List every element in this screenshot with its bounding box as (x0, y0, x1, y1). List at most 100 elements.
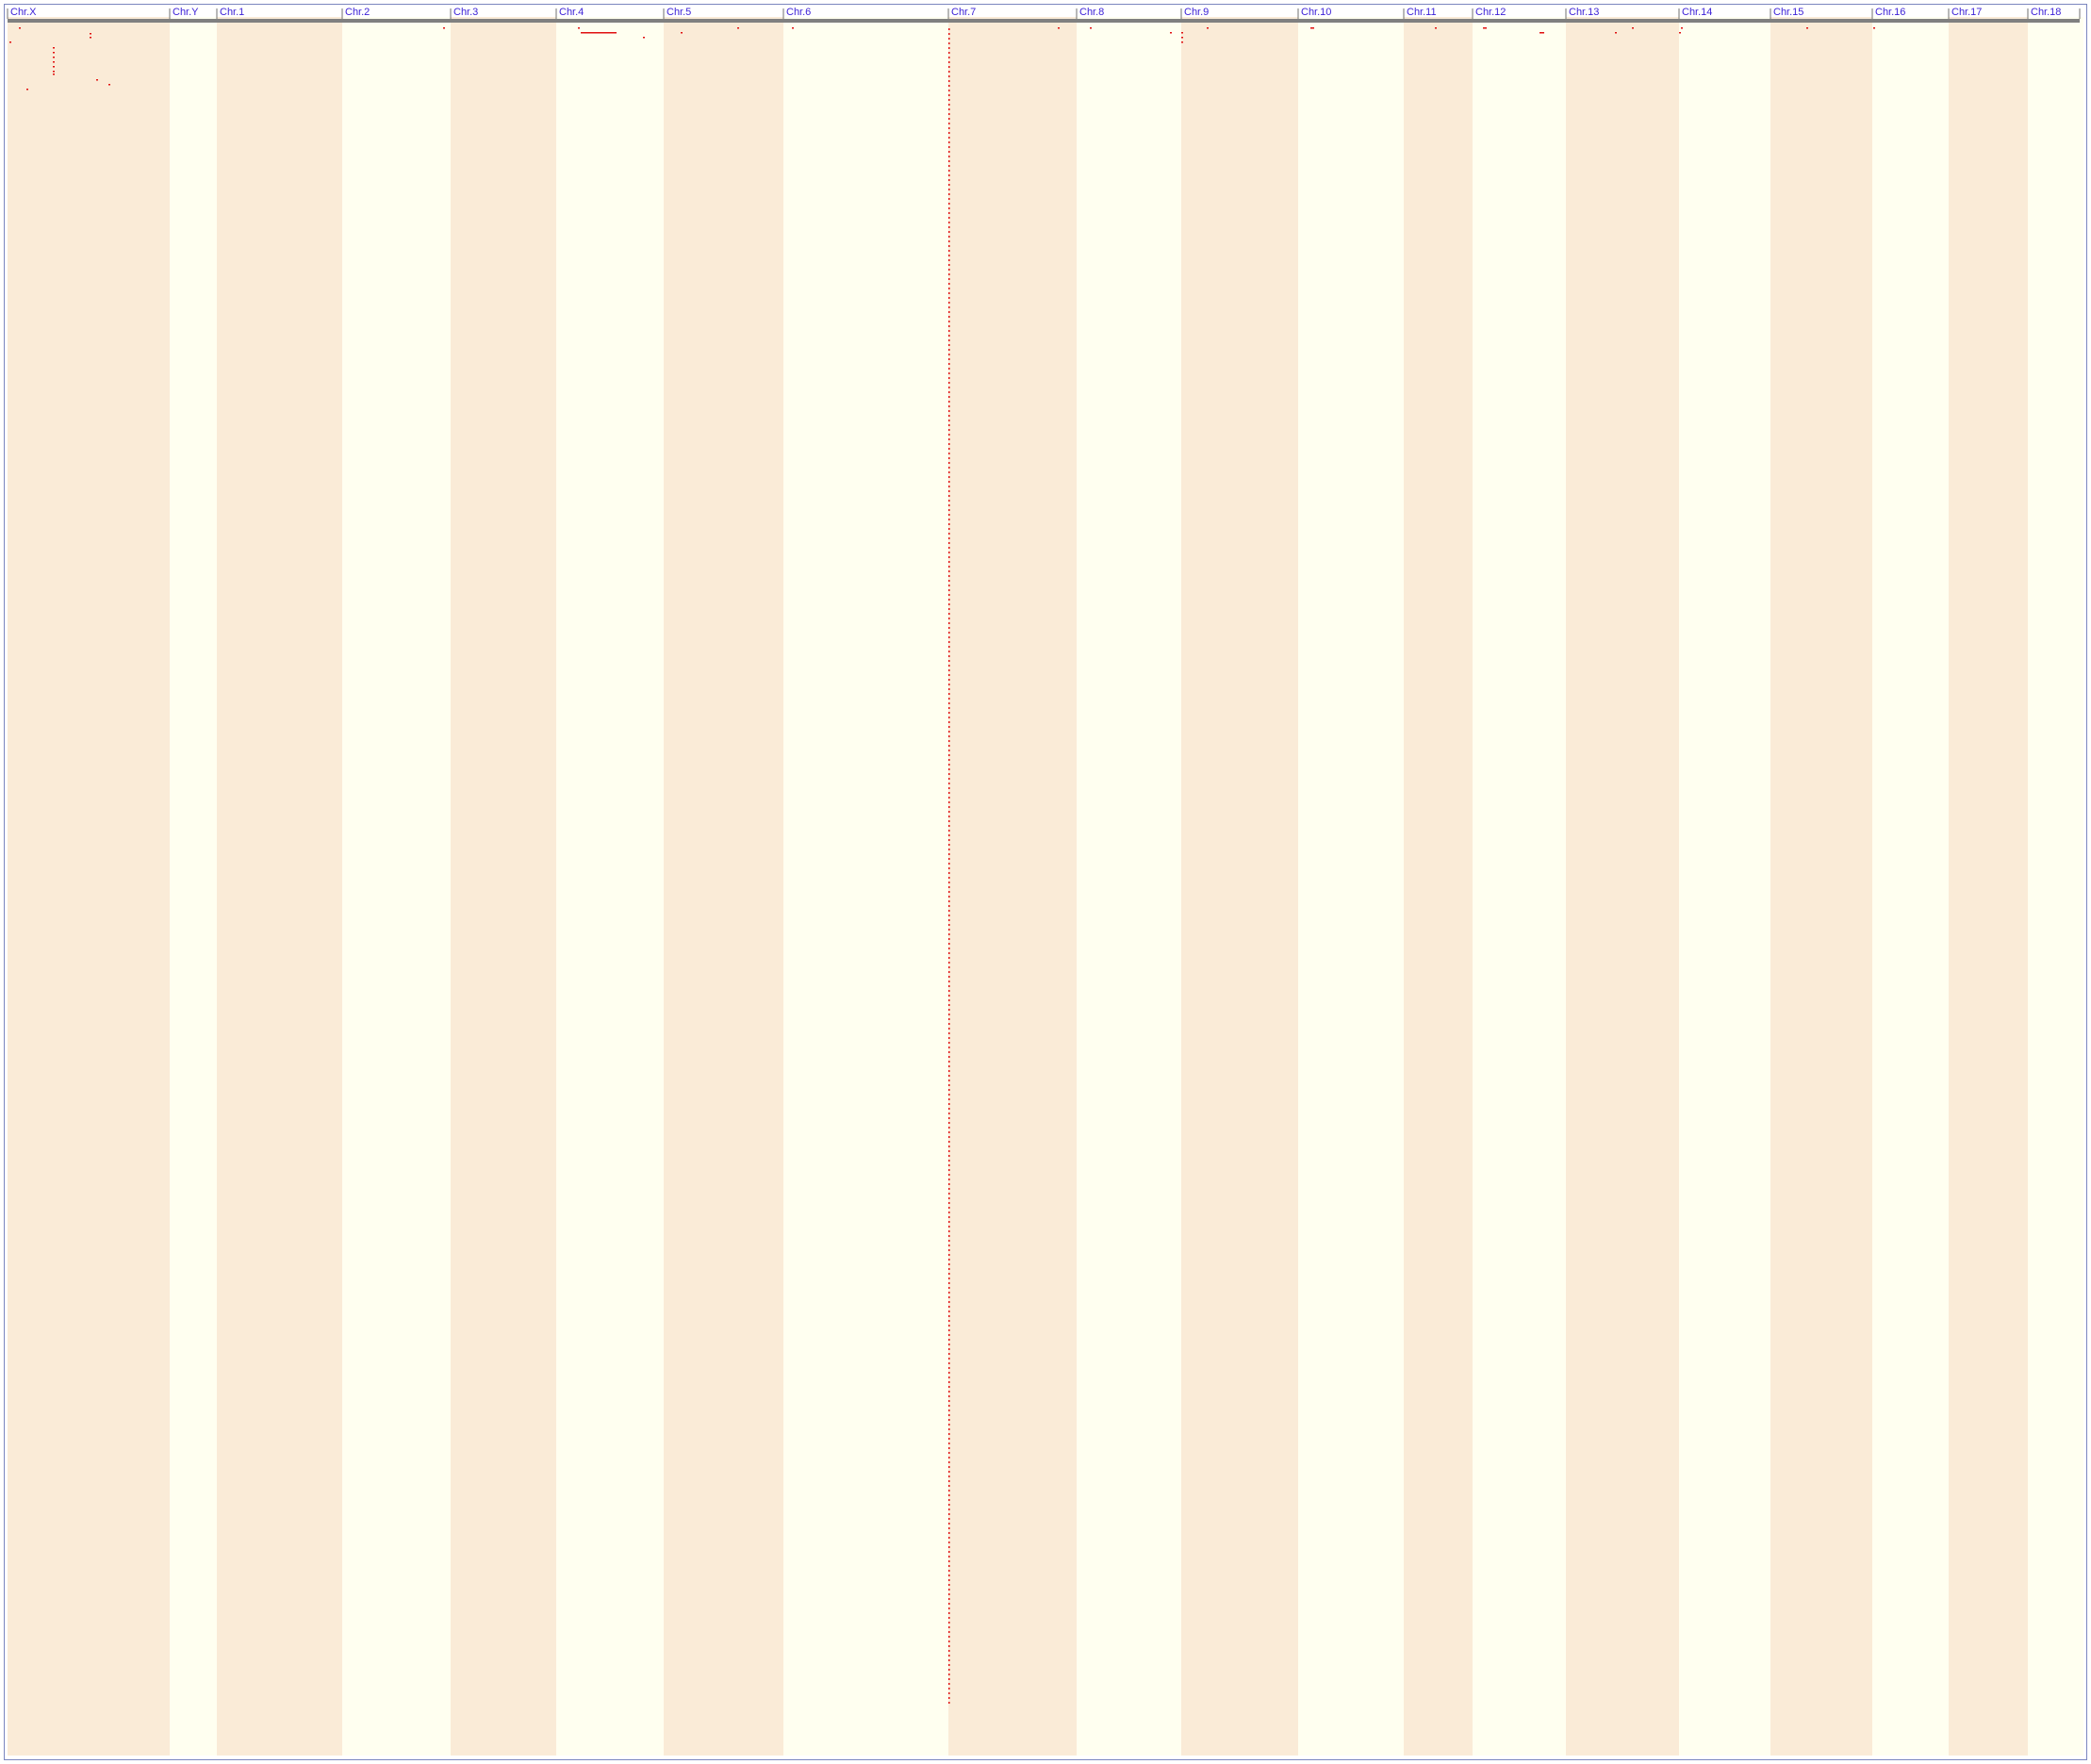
red-mark (948, 156, 950, 157)
red-mark (948, 47, 950, 49)
red-mark (948, 476, 950, 478)
red-mark (948, 165, 950, 167)
chromosome-band (1566, 17, 1679, 1756)
red-mark (948, 1386, 950, 1388)
red-mark (948, 537, 950, 539)
red-mark (948, 787, 950, 789)
red-mark (948, 1353, 950, 1355)
red-mark (948, 198, 950, 200)
red-mark (948, 1367, 950, 1369)
red-mark (948, 1273, 950, 1275)
red-mark (948, 38, 950, 40)
red-mark (948, 438, 950, 440)
red-mark (948, 948, 950, 949)
red-mark (90, 33, 91, 35)
red-mark (948, 495, 950, 497)
red-mark (737, 27, 739, 29)
red-mark (53, 52, 55, 54)
red-mark (948, 1221, 950, 1223)
red-mark (948, 966, 950, 968)
red-mark (948, 1226, 950, 1228)
red-mark (948, 575, 950, 577)
red-mark (948, 990, 950, 992)
red-mark (1873, 27, 1875, 29)
red-mark (948, 1589, 950, 1591)
red-mark (948, 372, 950, 374)
red-mark (948, 278, 950, 280)
red-mark (948, 1513, 950, 1515)
red-mark (948, 523, 950, 525)
red-mark (948, 764, 950, 766)
red-mark (948, 957, 950, 959)
red-mark (948, 1537, 950, 1539)
red-mark (53, 71, 55, 73)
red-mark (948, 938, 950, 940)
red-mark (948, 849, 950, 850)
red-mark (948, 646, 950, 648)
red-mark (948, 608, 950, 610)
red-mark (948, 820, 950, 822)
red-mark (948, 132, 950, 134)
chromosome-band (8, 17, 170, 1756)
red-mark (948, 801, 950, 803)
red-mark (948, 1395, 950, 1397)
red-mark (948, 1617, 950, 1619)
red-mark (948, 269, 950, 271)
red-mark (948, 1504, 950, 1506)
red-mark (948, 377, 950, 379)
red-mark (1207, 27, 1209, 29)
red-mark (1681, 27, 1683, 29)
red-mark (948, 391, 950, 393)
red-mark (948, 250, 950, 252)
chromosome-band (1298, 17, 1404, 1756)
chromosome-label: Chr.6 (786, 7, 811, 18)
chromosome-band (1949, 17, 2028, 1756)
red-mark (948, 1551, 950, 1553)
red-mark (948, 1047, 950, 1048)
red-mark (948, 443, 950, 445)
red-mark (948, 1438, 950, 1440)
red-mark (948, 886, 950, 888)
red-mark (948, 943, 950, 945)
red-mark (96, 79, 98, 81)
red-mark (948, 622, 950, 624)
red-mark (948, 302, 950, 304)
red-mark (948, 1080, 950, 1081)
red-mark (948, 1461, 950, 1463)
genome-map-canvas[interactable]: Chr.X Chr.Y Chr.1 Chr.2 Chr.3 Chr.4 Chr.5 Chr.6… (5, 5, 2086, 1759)
red-mark (948, 344, 950, 346)
chromosome-label: Chr.18 (2031, 7, 2061, 18)
chromosome-label: Chr.16 (1875, 7, 1905, 18)
red-mark (53, 47, 55, 49)
red-mark (948, 910, 950, 912)
red-mark (948, 1183, 950, 1185)
red-mark (948, 184, 950, 186)
red-mark (948, 1263, 950, 1265)
red-mark (948, 778, 950, 780)
red-mark (948, 396, 950, 398)
red-mark (948, 146, 950, 148)
red-mark (1181, 37, 1183, 39)
red-mark (1615, 32, 1617, 34)
red-mark (1632, 27, 1634, 29)
red-mark (948, 1603, 950, 1605)
red-mark (948, 825, 950, 827)
red-mark (948, 203, 950, 205)
red-mark (948, 1556, 950, 1558)
red-mark (948, 1037, 950, 1039)
chromosome-band (2028, 17, 2083, 1756)
red-mark (948, 853, 950, 855)
red-mark (948, 1419, 950, 1421)
red-mark (948, 1065, 950, 1067)
red-mark (948, 1174, 950, 1176)
red-mark (948, 1702, 950, 1704)
red-mark (948, 1117, 950, 1119)
red-mark (948, 721, 950, 723)
red-mark (948, 1315, 950, 1317)
red-mark (948, 415, 950, 417)
red-mark (948, 1669, 950, 1671)
red-mark (53, 61, 55, 63)
red-mark (948, 1443, 950, 1444)
red-mark (948, 123, 950, 124)
red-mark (948, 891, 950, 893)
